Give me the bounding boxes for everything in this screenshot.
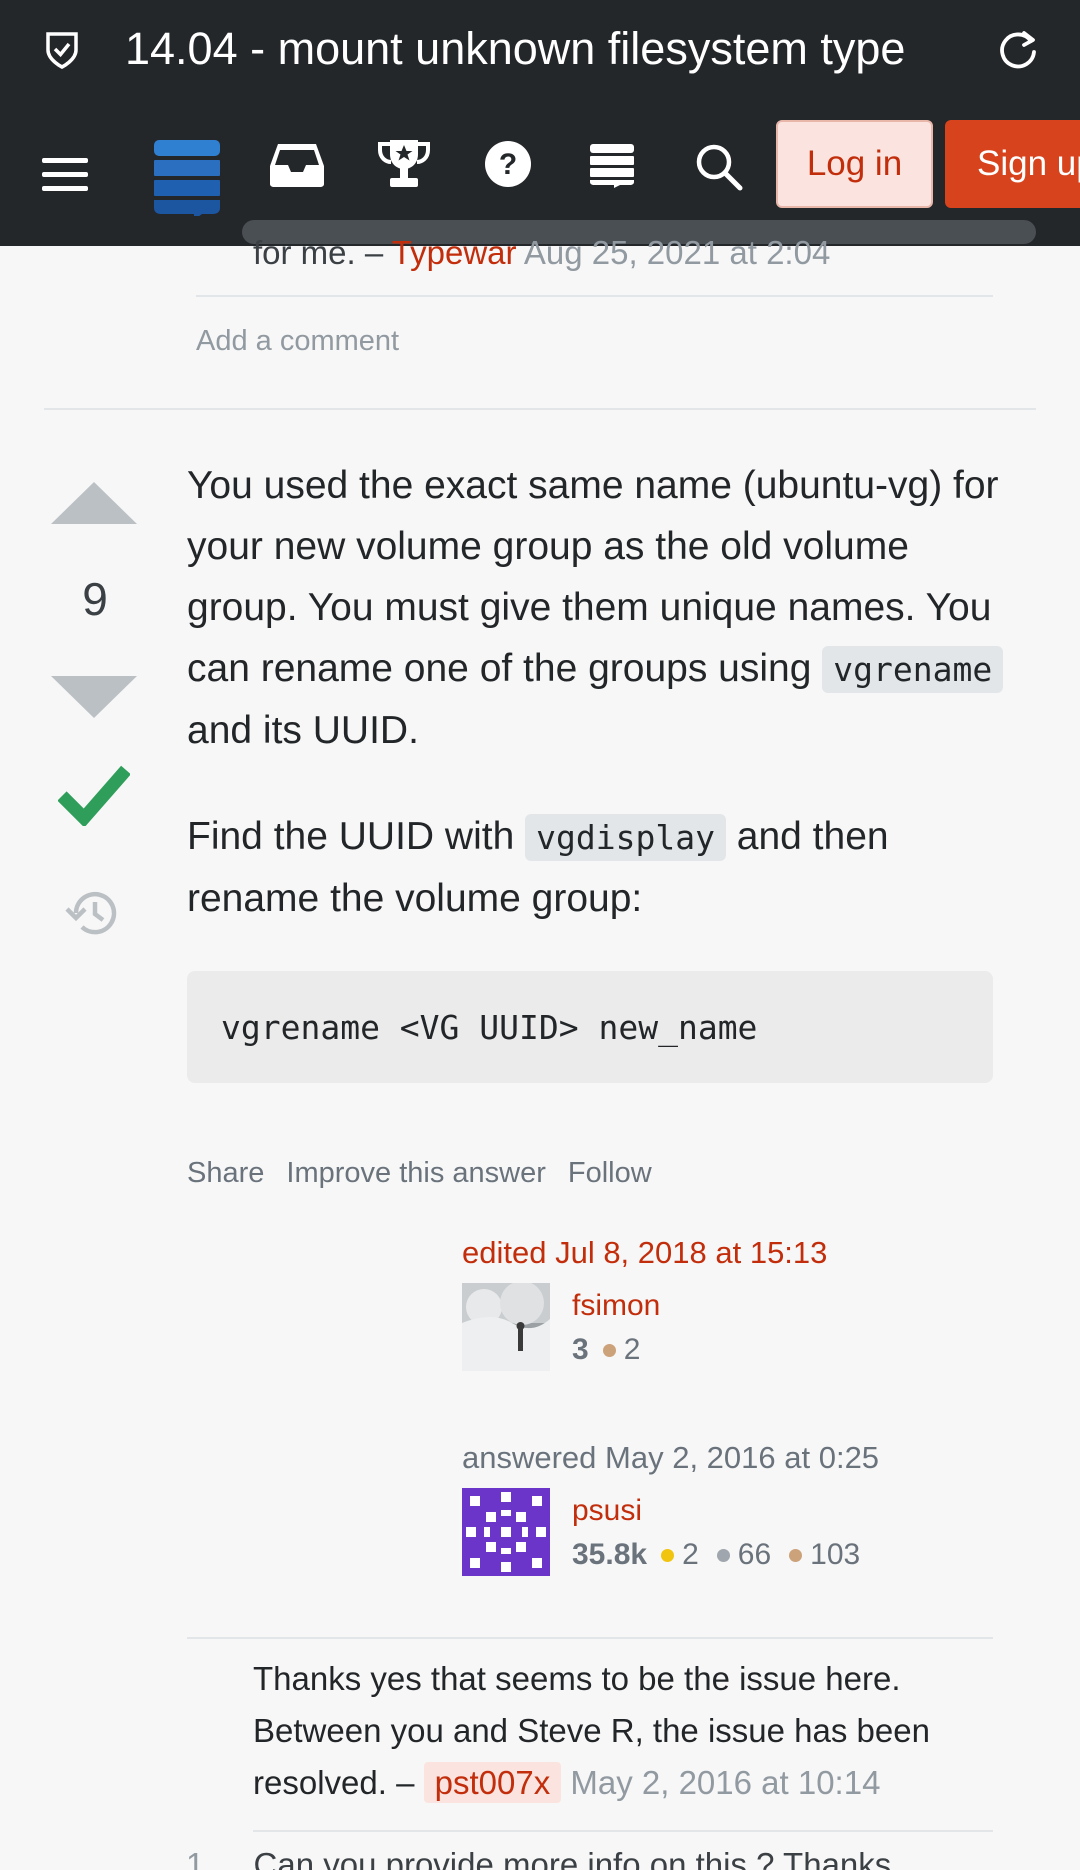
improve-answer-link[interactable]: Improve this answer — [286, 1157, 546, 1190]
bronze-badge-icon — [602, 1343, 616, 1357]
gold-badge: 2 — [661, 1530, 699, 1580]
stackexchange-logo-icon[interactable] — [152, 138, 222, 216]
edited-signature: edited Jul 8, 2018 at 15:13 fsimon 3 2 — [462, 1233, 1022, 1375]
silver-badge-count: 66 — [737, 1538, 772, 1571]
site-switcher-icon[interactable] — [588, 142, 636, 188]
comments-divider — [187, 1637, 993, 1639]
add-comment-link[interactable]: Add a comment — [196, 325, 399, 358]
answer-paragraph: Find the UUID with vgdisplay and then re… — [187, 806, 1007, 929]
avatar[interactable] — [462, 1488, 550, 1576]
bronze-badge: 2 — [602, 1325, 641, 1375]
inline-code: vgrename — [822, 646, 1004, 693]
help-icon[interactable]: ? — [484, 140, 532, 188]
comment-user-link[interactable]: pst007x — [423, 1762, 562, 1803]
hamburger-menu-icon[interactable] — [42, 156, 90, 194]
reputation: 35.8k — [572, 1538, 648, 1571]
search-icon[interactable] — [694, 142, 744, 192]
inline-code: vgdisplay — [525, 814, 726, 861]
previous-comment-user-link[interactable]: Typewar — [392, 234, 517, 271]
accepted-checkmark-icon — [57, 762, 131, 831]
comment-score: 1 — [186, 1846, 205, 1870]
share-link[interactable]: Share — [187, 1157, 264, 1190]
comment-date[interactable]: May 2, 2016 at 10:14 — [570, 1764, 880, 1801]
edited-timestamp-link[interactable]: edited Jul 8, 2018 at 15:13 — [462, 1233, 1022, 1273]
silver-badge: 66 — [716, 1530, 772, 1580]
inbox-icon[interactable] — [268, 142, 326, 188]
user-link[interactable]: fsimon — [572, 1287, 660, 1325]
login-button[interactable]: Log in — [776, 120, 933, 208]
user-link[interactable]: psusi — [572, 1492, 878, 1530]
svg-text:?: ? — [499, 148, 517, 181]
comment-divider — [196, 295, 993, 297]
answered-signature: answered May 2, 2016 at 0:25 psusi 35.8k… — [462, 1438, 1022, 1580]
answer-body: You used the exact same name (ubuntu-vg)… — [187, 455, 1007, 974]
signup-button[interactable]: Sign up — [945, 120, 1080, 208]
post-menu: Share Improve this answer Follow — [187, 1157, 652, 1190]
previous-comment-text: for me. – — [253, 234, 384, 271]
answer-divider — [44, 408, 1036, 410]
downvote-arrow-icon[interactable] — [49, 674, 139, 725]
browser-title-bar: 14.04 - mount unknown filesystem type — [0, 0, 1080, 98]
reload-icon[interactable] — [996, 28, 1040, 77]
previous-comment-date[interactable]: Aug 25, 2021 at 2:04 — [524, 234, 830, 271]
comment-text: Can you provide more info on this ? Than… — [253, 1846, 892, 1870]
gold-badge-icon — [661, 1548, 675, 1562]
reputation: 3 — [572, 1333, 589, 1366]
comment: Thanks yes that seems to be the issue he… — [253, 1653, 1013, 1809]
page-title: 14.04 - mount unknown filesystem type — [125, 18, 965, 80]
previous-comment: for me. – Typewar Aug 25, 2021 at 2:04 — [253, 234, 830, 272]
code-block: vgrename <VG UUID> new_name — [187, 971, 993, 1083]
history-icon[interactable] — [64, 888, 120, 943]
bronze-badge-icon — [789, 1548, 803, 1562]
site-topbar: ? Log in Sign up — [0, 98, 1080, 246]
comment-divider — [253, 1830, 993, 1832]
follow-link[interactable]: Follow — [568, 1157, 652, 1190]
vote-count: 9 — [82, 573, 108, 625]
user-stats: 3 2 — [572, 1325, 660, 1375]
user-stats: 35.8k 2 66 103 — [572, 1530, 878, 1580]
silver-badge-icon — [716, 1548, 730, 1562]
next-comment: 1 Can you provide more info on this ? Th… — [186, 1846, 891, 1870]
bronze-badge: 103 — [789, 1530, 860, 1580]
gold-badge-count: 2 — [682, 1538, 699, 1571]
bronze-badge-count: 103 — [810, 1538, 861, 1571]
upvote-arrow-icon[interactable] — [49, 480, 139, 531]
answer-text: and its UUID. — [187, 709, 419, 752]
answered-timestamp: answered May 2, 2016 at 0:25 — [462, 1440, 880, 1475]
shield-icon[interactable] — [44, 30, 80, 75]
trophy-achievements-icon[interactable] — [376, 138, 432, 190]
answer-paragraph: You used the exact same name (ubuntu-vg)… — [187, 455, 1007, 761]
bronze-badge-count: 2 — [623, 1333, 641, 1366]
answer-text: Find the UUID with — [187, 815, 515, 858]
avatar[interactable] — [462, 1281, 550, 1371]
